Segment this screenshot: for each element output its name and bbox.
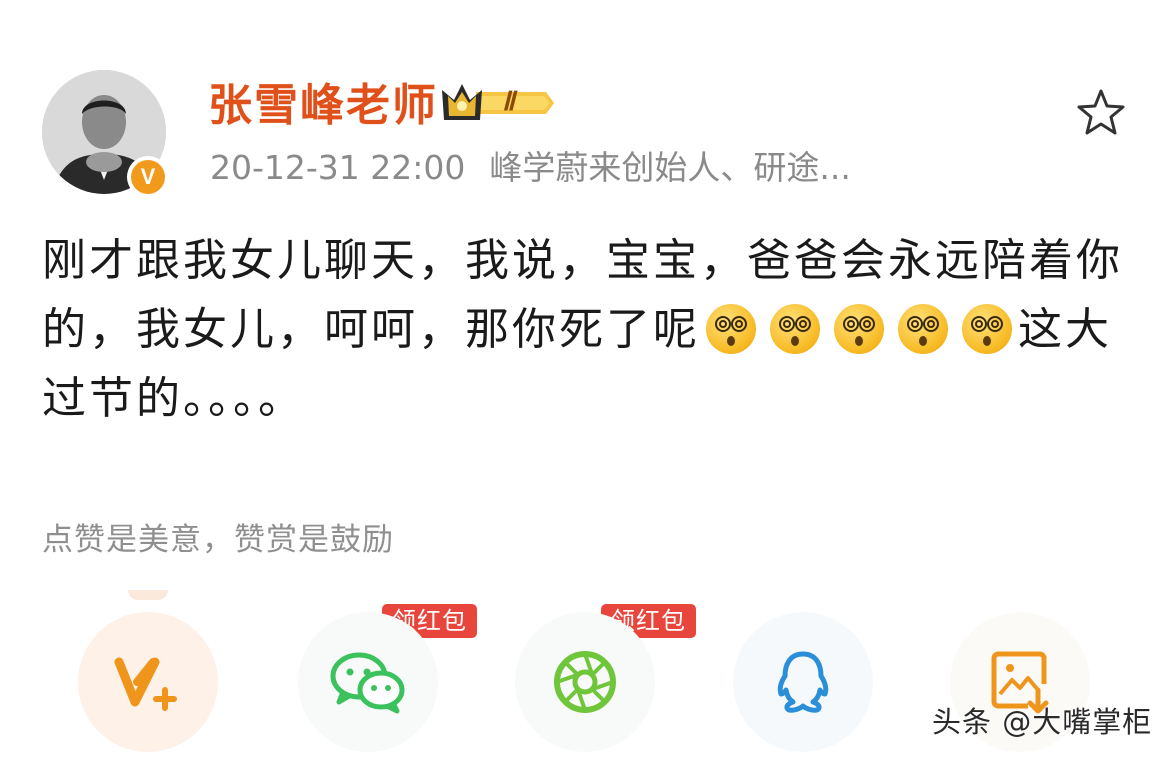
vip-level: Ⅱ <box>502 87 515 116</box>
watermark: 头条 @大嘴掌柜 <box>932 705 1153 739</box>
reward-hint: 点赞是美意，赞赏是鼓励 <box>42 522 394 558</box>
post-text: 刚才跟我女儿聊天，我说，宝宝，爸爸会永远陪着你的，我女儿，呵呵，那你死了呢 这大… <box>42 226 1132 433</box>
vip-badge[interactable]: Ⅱ <box>440 80 558 130</box>
dizzy-face-emoji <box>706 304 756 354</box>
share-qq-button[interactable] <box>733 612 873 752</box>
favorite-button[interactable] <box>1074 86 1128 144</box>
dizzy-face-emoji <box>962 304 1012 354</box>
dizzy-face-emoji <box>834 304 884 354</box>
post-timestamp: 20-12-31 22:00 <box>210 148 466 187</box>
wechat-icon <box>330 652 405 714</box>
qq-icon <box>777 651 829 713</box>
post-meta: 20-12-31 22:00 峰学蔚来创始人、研途... <box>210 146 851 190</box>
star-icon <box>1077 89 1125 135</box>
dizzy-face-emoji <box>770 304 820 354</box>
moments-icon <box>554 651 616 713</box>
share-bar-handle <box>128 590 168 600</box>
vplus-icon <box>114 657 177 711</box>
crown-icon <box>442 84 554 120</box>
author-name[interactable]: 张雪峰老师 <box>208 78 438 134</box>
emoji-group <box>706 304 1012 354</box>
share-moments-button[interactable] <box>515 612 655 752</box>
share-wechat-button[interactable] <box>298 612 438 752</box>
verified-icon: V <box>131 160 165 194</box>
dizzy-face-emoji <box>898 304 948 354</box>
share-vplus-button[interactable] <box>78 612 218 752</box>
verified-badge: V <box>127 156 169 198</box>
author-bio[interactable]: 峰学蔚来创始人、研途... <box>489 148 850 187</box>
